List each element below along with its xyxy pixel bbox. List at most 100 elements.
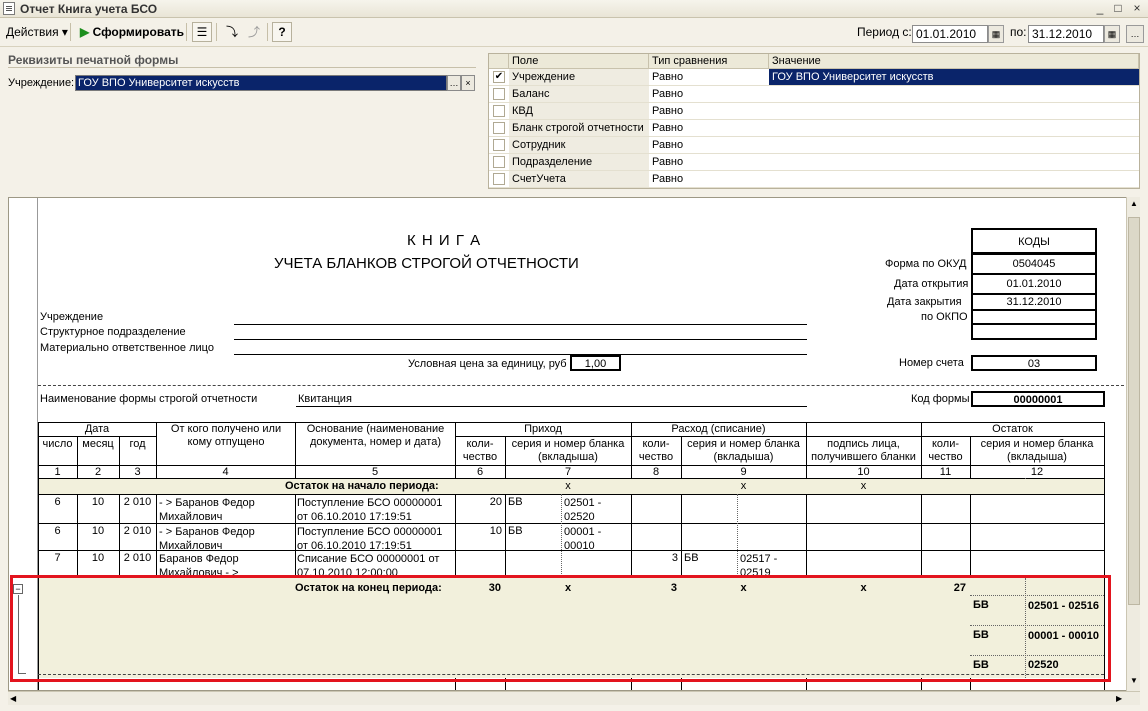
grid-line bbox=[970, 625, 1104, 626]
checkbox[interactable] bbox=[493, 88, 505, 100]
col-number: 4 bbox=[222, 466, 229, 478]
calendar-icon[interactable]: ▦ bbox=[988, 25, 1004, 43]
cell-month: 10 bbox=[91, 552, 105, 564]
checkbox[interactable] bbox=[493, 122, 505, 134]
checkbox[interactable] bbox=[493, 173, 505, 185]
scroll-down-icon[interactable]: ▼ bbox=[1128, 675, 1140, 687]
col-number: 8 bbox=[652, 466, 660, 478]
filter-compare[interactable]: Равно bbox=[649, 103, 769, 119]
cell-income-qty: 10 bbox=[489, 525, 502, 537]
codes-header: КОДЫ bbox=[971, 228, 1097, 254]
checkbox[interactable] bbox=[493, 139, 505, 151]
filter-value[interactable]: ГОУ ВПО Университет искусств bbox=[769, 69, 1139, 85]
filter-field: Учреждение bbox=[509, 69, 649, 85]
select-button[interactable]: … bbox=[447, 75, 461, 91]
filter-header-compare[interactable]: Тип сравнения bbox=[649, 54, 769, 69]
filter-value[interactable] bbox=[769, 137, 1139, 153]
filter-row[interactable]: Подразделение Равно bbox=[489, 154, 1139, 171]
report-document[interactable]: К Н И Г А УЧЕТА БЛАНКОВ СТРОГОЙ ОТЧЕТНОС… bbox=[8, 197, 1140, 691]
header-date: Дата bbox=[84, 423, 110, 435]
filter-row[interactable]: Баланс Равно bbox=[489, 86, 1139, 103]
scroll-up-icon[interactable]: ▲ bbox=[1128, 198, 1140, 210]
filter-field: КВД bbox=[509, 103, 649, 119]
checkbox[interactable] bbox=[493, 105, 505, 117]
col-number: 7 bbox=[564, 466, 572, 478]
filter-row[interactable]: Бланк строгой отчетности Равно bbox=[489, 120, 1139, 137]
filter-header-value[interactable]: Значение bbox=[769, 54, 1139, 69]
scroll-left-icon[interactable]: ◀ bbox=[10, 692, 16, 705]
filter-header-field[interactable]: Поле bbox=[509, 54, 649, 69]
toolbar-separator bbox=[70, 23, 71, 41]
cell-income-series: БВ bbox=[508, 525, 523, 537]
form-code-value: 00000001 bbox=[971, 391, 1105, 407]
cell-income-numbers: 00001 - 00010 bbox=[564, 526, 602, 552]
minimize-button[interactable]: _ bbox=[1092, 1, 1108, 16]
grid-line bbox=[38, 494, 1104, 495]
close-date-label: Дата закрытия bbox=[887, 296, 962, 308]
filter-value[interactable] bbox=[769, 103, 1139, 119]
period-from-input[interactable]: 01.01.2010 bbox=[912, 25, 988, 43]
filter-value[interactable] bbox=[769, 171, 1139, 187]
period-to-input[interactable]: 31.12.2010 bbox=[1028, 25, 1104, 43]
header-month: месяц bbox=[82, 438, 114, 450]
responsible-label: Материально ответственное лицо bbox=[40, 342, 214, 354]
settings-list-icon[interactable]: ☰ bbox=[192, 22, 212, 42]
filter-value[interactable] bbox=[769, 86, 1139, 102]
header-from: От кого получено или кому отпущено bbox=[170, 423, 282, 448]
x-mark: x bbox=[860, 582, 867, 594]
scroll-thumb[interactable] bbox=[1128, 217, 1140, 605]
actions-menu[interactable]: Действия ▾ bbox=[6, 25, 68, 39]
vertical-scrollbar[interactable]: ▲ ▼ bbox=[1126, 197, 1140, 691]
filter-compare[interactable]: Равно bbox=[649, 120, 769, 136]
filter-compare[interactable]: Равно bbox=[649, 86, 769, 102]
close-button[interactable]: × bbox=[1129, 1, 1145, 16]
cell-month: 10 bbox=[91, 496, 105, 508]
institution-line-label: Учреждение bbox=[40, 311, 104, 323]
filter-row[interactable]: СчетУчета Равно bbox=[489, 171, 1139, 188]
table-row[interactable]: 7 10 2 010 Баранов Федор Михайлович - > … bbox=[9, 551, 1109, 577]
clear-button[interactable]: × bbox=[461, 75, 475, 91]
cell-who: - > Баранов Федор Михайлович bbox=[159, 526, 255, 552]
generate-button[interactable]: ▶ Сформировать bbox=[80, 25, 184, 39]
filter-value[interactable] bbox=[769, 120, 1139, 136]
checkbox[interactable] bbox=[493, 156, 505, 168]
department-label: Структурное подразделение bbox=[40, 326, 186, 338]
filter-grid: Поле Тип сравнения Значение ✔ Учреждение… bbox=[488, 53, 1140, 189]
header-balance-series: серия и номер бланка (вкладыша) bbox=[980, 438, 1094, 463]
maximize-button[interactable]: □ bbox=[1110, 1, 1126, 16]
underline bbox=[234, 354, 807, 355]
filter-compare[interactable]: Равно bbox=[649, 154, 769, 170]
header-basis: Основание (наименование документа, номер… bbox=[306, 423, 445, 448]
collapse-icon[interactable]: ⤴ bbox=[244, 22, 264, 42]
filter-row[interactable]: ✔ Учреждение Равно ГОУ ВПО Университет и… bbox=[489, 69, 1139, 86]
expand-icon[interactable]: ⤵ bbox=[222, 22, 242, 42]
help-button[interactable]: ? bbox=[272, 22, 292, 42]
institution-label: Учреждение: bbox=[8, 77, 75, 89]
horizontal-scrollbar[interactable]: ◀ ▶ bbox=[8, 691, 1140, 705]
col-number: 1 bbox=[54, 466, 61, 478]
requisites-title: Реквизиты печатной формы bbox=[8, 53, 179, 67]
period-select-button[interactable]: … bbox=[1126, 25, 1144, 43]
report-subtitle: УЧЕТА БЛАНКОВ СТРОГОЙ ОТЧЕТНОСТИ bbox=[274, 255, 579, 272]
collapse-group-icon[interactable]: − bbox=[13, 584, 23, 594]
filter-compare[interactable]: Равно bbox=[649, 69, 769, 85]
header-expense-series: серия и номер бланка (вкладыша) bbox=[687, 438, 800, 463]
institution-input[interactable]: ГОУ ВПО Университет искусств bbox=[75, 75, 447, 91]
toolbar: Действия ▾ ▶ Сформировать ☰ ⤵ ⤴ ? Период… bbox=[0, 19, 1148, 47]
calendar-icon[interactable]: ▦ bbox=[1104, 25, 1120, 43]
filter-value[interactable] bbox=[769, 154, 1139, 170]
filter-row[interactable]: КВД Равно bbox=[489, 103, 1139, 120]
cell-year: 2 010 bbox=[123, 525, 152, 537]
cell-basis: Поступление БСО 00000001 от 06.10.2010 1… bbox=[297, 526, 443, 552]
filter-compare[interactable]: Равно bbox=[649, 171, 769, 187]
closing-expense-qty: 3 bbox=[670, 582, 677, 594]
filter-compare[interactable]: Равно bbox=[649, 137, 769, 153]
filter-field: Сотрудник bbox=[509, 137, 649, 153]
checkbox[interactable]: ✔ bbox=[493, 71, 505, 83]
closing-balance-qty: 27 bbox=[953, 582, 966, 594]
grid-line bbox=[970, 655, 1104, 656]
filter-row[interactable]: Сотрудник Равно bbox=[489, 137, 1139, 154]
okud-label: Форма по ОКУД bbox=[885, 258, 967, 270]
scroll-right-icon[interactable]: ▶ bbox=[1116, 692, 1122, 705]
cell-who: - > Баранов Федор Михайлович bbox=[159, 497, 255, 523]
